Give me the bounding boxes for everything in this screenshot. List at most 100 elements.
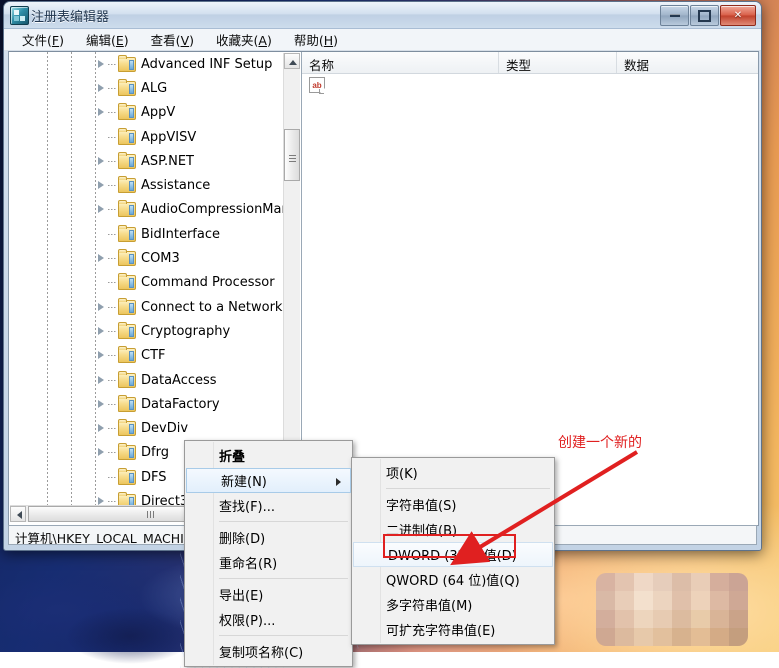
expand-arrow-icon[interactable]: [97, 302, 106, 312]
submenu-item-3[interactable]: 字符串值(S): [352, 492, 554, 517]
registry-key-folder-icon: [118, 54, 136, 72]
registry-tree: Advanced INF Setup ALG AppV AppVISV ASP.NET A…: [9, 52, 287, 506]
expand-arrow-icon[interactable]: [97, 181, 106, 190]
expand-arrow-icon[interactable]: [97, 399, 106, 409]
tree-item-datafactory[interactable]: DataFactory: [9, 392, 287, 416]
mosaic-tile: [596, 591, 615, 610]
submenu-item-7[interactable]: 多字符串值(M): [352, 592, 554, 617]
mosaic-tile: [672, 609, 691, 628]
context-menu-item-8[interactable]: 导出(E): [185, 582, 352, 607]
context-menu[interactable]: 折叠 新建(N) 查找(F)... 删除(D) 重命名(R) 导出(E) 权限(P)... 复…: [184, 440, 353, 667]
maximize-button[interactable]: [690, 5, 719, 26]
mosaic-tile: [615, 627, 634, 646]
tree-connector: [108, 452, 117, 454]
tree-item-devdiv[interactable]: DevDiv: [9, 416, 287, 440]
expand-arrow-icon[interactable]: [97, 108, 106, 117]
close-button[interactable]: ✕: [720, 5, 756, 26]
registry-key-folder-icon: [118, 176, 136, 194]
tree-item-aspnet[interactable]: ASP.NET: [9, 149, 287, 173]
tree-connector: [108, 87, 117, 89]
scroll-up-button[interactable]: [284, 53, 300, 69]
tree-item-ctf[interactable]: CTF: [9, 344, 287, 368]
registry-key-folder-icon: [118, 273, 136, 291]
context-menu-item-3[interactable]: 查找(F)...: [185, 493, 352, 518]
mosaic-tile: [653, 591, 672, 610]
context-menu-item-1[interactable]: 折叠: [185, 443, 352, 468]
mosaic-tile: [710, 573, 729, 592]
annotation-note: 创建一个新的: [558, 435, 642, 451]
menu-item-1[interactable]: 文件(F): [11, 28, 75, 52]
minimize-button[interactable]: [660, 5, 689, 26]
registry-values-pane[interactable]: 名称 类型 数据 ab: [302, 52, 758, 523]
registry-key-folder-icon: [118, 346, 136, 364]
column-header-data[interactable]: 数据: [617, 52, 758, 73]
tree-item-label: DFS: [141, 469, 167, 485]
tree-item-dataaccess[interactable]: DataAccess: [9, 368, 287, 392]
scroll-left-button[interactable]: [10, 506, 26, 522]
expand-arrow-icon[interactable]: [97, 59, 106, 69]
tree-connector: [108, 403, 117, 405]
vertical-scroll-thumb[interactable]: [284, 129, 300, 181]
tree-connector: [108, 160, 117, 162]
submenu-item-label: QWORD (64 位)值(Q): [386, 574, 520, 589]
tree-vertical-scrollbar[interactable]: [283, 53, 300, 505]
table-row[interactable]: ab: [302, 74, 758, 96]
menu-item-3[interactable]: 查看(V): [140, 28, 205, 52]
expand-arrow-icon[interactable]: [97, 326, 106, 336]
context-menu-item-label: 新建(N): [221, 475, 267, 490]
tree-connector: [108, 500, 117, 502]
tree-item-advancedinfsetup[interactable]: Advanced INF Setup: [9, 52, 287, 76]
registry-key-folder-icon: [118, 321, 136, 339]
context-menu-item-2[interactable]: 新建(N): [186, 468, 351, 493]
column-header-type[interactable]: 类型: [499, 52, 617, 73]
mosaic-tile: [710, 609, 729, 628]
context-menu-item-9[interactable]: 权限(P)...: [185, 607, 352, 632]
mosaic-tile: [615, 609, 634, 628]
menu-separator: [219, 635, 348, 636]
client-area: Advanced INF Setup ALG AppV AppVISV ASP.NET A…: [8, 51, 759, 526]
expand-arrow-icon[interactable]: [97, 424, 106, 433]
tree-item-bidinterface[interactable]: BidInterface: [9, 222, 287, 246]
tree-item-label: Connect to a Network Pro: [141, 299, 287, 315]
tree-item-appv[interactable]: AppV: [9, 101, 287, 125]
menu-separator: [219, 521, 348, 522]
tree-item-cryptography[interactable]: Cryptography: [9, 319, 287, 343]
title-bar[interactable]: 注册表编辑器 ✕: [4, 2, 761, 29]
mosaic-tile: [672, 591, 691, 610]
window-title: 注册表编辑器: [31, 10, 110, 25]
submenu-item-8[interactable]: 可扩充字符串值(E): [352, 617, 554, 642]
tree-item-audiocompressionmanag[interactable]: AudioCompressionManag: [9, 198, 287, 222]
tree-item-appvisv[interactable]: AppVISV: [9, 125, 287, 149]
submenu-item-6[interactable]: QWORD (64 位)值(Q): [352, 567, 554, 592]
tree-connector: [108, 112, 117, 114]
expand-arrow-icon[interactable]: [97, 254, 106, 263]
tree-connector: [108, 185, 117, 187]
expand-arrow-icon[interactable]: [97, 351, 106, 360]
context-menu-item-5[interactable]: 删除(D): [185, 525, 352, 550]
tree-item-label: BidInterface: [141, 226, 220, 242]
tree-item-assistance[interactable]: Assistance: [9, 173, 287, 197]
expand-arrow-icon[interactable]: [97, 83, 106, 93]
mosaic-tile: [653, 609, 672, 628]
mosaic-tile: [653, 573, 672, 592]
submenu-item-label: 多字符串值(M): [386, 599, 473, 614]
mosaic-tile: [596, 627, 615, 646]
menu-item-2[interactable]: 编辑(E): [75, 28, 140, 52]
annotation-highlight-box: [383, 534, 516, 558]
context-menu-item-6[interactable]: 重命名(R): [185, 550, 352, 575]
tree-item-commandprocessor[interactable]: Command Processor: [9, 271, 287, 295]
tree-item-alg[interactable]: ALG: [9, 76, 287, 100]
expand-arrow-icon[interactable]: [97, 375, 106, 385]
expand-arrow-icon[interactable]: [97, 205, 106, 214]
submenu-item-1[interactable]: 项(K): [352, 460, 554, 485]
tree-item-com3[interactable]: COM3: [9, 246, 287, 270]
mosaic-tile: [710, 627, 729, 646]
menu-item-5[interactable]: 帮助(H): [283, 28, 349, 52]
expand-arrow-icon[interactable]: [97, 156, 106, 166]
column-header-name[interactable]: 名称: [302, 52, 499, 73]
tree-item-connecttoanetworkpro[interactable]: Connect to a Network Pro: [9, 295, 287, 319]
menu-item-4[interactable]: 收藏夹(A): [205, 28, 283, 52]
expand-arrow-icon[interactable]: [97, 448, 106, 457]
